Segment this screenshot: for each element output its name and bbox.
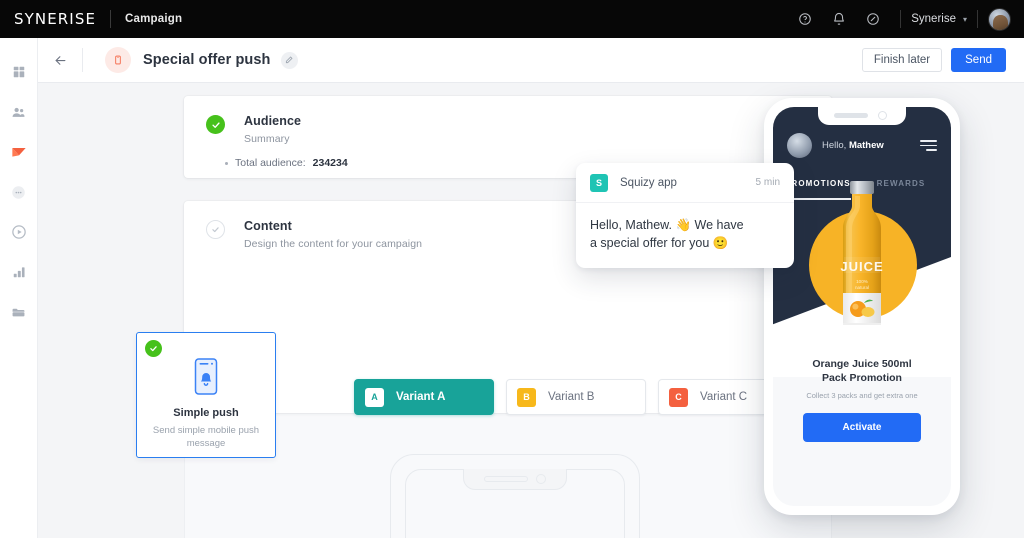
audience-title: Audience — [244, 114, 302, 128]
subheader-actions: Finish later Send — [861, 48, 1024, 72]
product-title: Orange Juice 500ml Pack Promotion — [773, 357, 951, 385]
top-bar-actions: Synerise ▾ — [788, 6, 1024, 32]
sidebar-item-dashboard[interactable] — [0, 52, 38, 92]
phone-notch — [818, 107, 906, 125]
phone-screen: Hello, Mathew PROMOTIONS REWARDS JUICE 1… — [773, 107, 951, 506]
pencil-icon[interactable] — [280, 51, 298, 69]
audience-subtitle: Summary — [244, 133, 290, 145]
phone-preview-mockup: Hello, Mathew PROMOTIONS REWARDS JUICE 1… — [764, 98, 960, 515]
check-circle-outline-icon — [206, 220, 225, 239]
phone-camera — [878, 111, 887, 120]
tab-variant-b[interactable]: B Variant B — [506, 379, 646, 415]
subheader-divider — [82, 48, 83, 72]
avatar — [787, 133, 812, 158]
top-navigation-bar: SYNERISE Campaign Synerise ▾ — [0, 0, 1024, 38]
phone-app-header: Hello, Mathew — [773, 133, 951, 158]
bell-icon[interactable] — [826, 6, 852, 32]
sidebar-item-analytics[interactable] — [0, 252, 38, 292]
page-subheader: Special offer push Finish later Send — [38, 38, 1024, 83]
phone-greeting-prefix: Hello, — [822, 140, 847, 151]
svg-text:100%: 100% — [856, 279, 868, 284]
brand-divider — [110, 10, 112, 28]
product-subtitle: Collect 3 packs and get extra one — [806, 391, 918, 400]
content-step-text: Content Design the content for your camp… — [244, 219, 422, 250]
variant-c-badge: C — [669, 387, 688, 407]
simple-push-description: Send simple mobile push message — [152, 425, 260, 449]
activate-button[interactable]: Activate — [803, 413, 921, 442]
sidebar-item-automation[interactable] — [0, 212, 38, 252]
variant-b-badge: B — [517, 387, 536, 407]
notification-message-line1: Hello, Mathew. 👋 We have — [590, 218, 744, 232]
audience-summary-value: 234234 — [312, 157, 348, 169]
svg-text:JUICE: JUICE — [840, 259, 883, 274]
product-title-line1: Orange Juice 500ml — [812, 358, 912, 370]
brand-area: SYNERISE Campaign — [14, 10, 182, 28]
notification-message: Hello, Mathew. 👋 We have a special offer… — [576, 203, 794, 252]
notification-app-name: Squizy app — [620, 176, 677, 189]
phone-placeholder-notch — [463, 468, 567, 490]
page-title: Special offer push — [143, 52, 271, 68]
variant-a-label: Variant A — [396, 391, 446, 403]
notification-header: S Squizy app 5 min — [576, 163, 794, 203]
campaign-canvas: Audience Summary Total audience: 234234 … — [38, 83, 1024, 538]
compass-icon[interactable] — [860, 6, 886, 32]
chevron-down-icon: ▾ — [962, 14, 967, 24]
avatar[interactable] — [988, 7, 1011, 31]
push-notification-preview: S Squizy app 5 min Hello, Mathew. 👋 We h… — [576, 163, 794, 268]
organization-name: Synerise — [911, 13, 956, 25]
phone-speaker — [834, 113, 868, 118]
variant-b-label: Variant B — [548, 391, 595, 403]
audience-step-row: Audience Summary — [184, 96, 832, 145]
phone-placeholder-camera — [536, 473, 546, 484]
variant-a-badge: A — [365, 387, 384, 407]
product-title-line2: Pack Promotion — [822, 372, 902, 384]
tab-variant-a[interactable]: A Variant A — [354, 379, 494, 415]
notification-message-line2: a special offer for you 🙂 — [590, 236, 729, 250]
phone-tabs: PROMOTIONS REWARDS — [773, 179, 951, 200]
phone-placeholder-outline — [390, 454, 640, 538]
phone-bell-icon — [189, 357, 223, 402]
finish-later-button[interactable]: Finish later — [861, 48, 943, 72]
help-icon[interactable] — [792, 6, 818, 32]
phone-greeting: Hello, Mathew — [822, 140, 884, 151]
phone-placeholder-speaker — [484, 475, 528, 482]
sidebar-item-communication[interactable] — [0, 172, 38, 212]
tab-rewards[interactable]: REWARDS — [877, 179, 926, 200]
tab-promotions[interactable]: PROMOTIONS — [785, 179, 851, 200]
variant-c-label: Variant C — [700, 391, 748, 403]
app-badge-icon: S — [590, 173, 608, 192]
send-button[interactable]: Send — [951, 48, 1006, 72]
hamburger-icon[interactable] — [920, 140, 937, 151]
check-circle-icon — [145, 340, 162, 357]
sidebar-item-campaigns[interactable] — [0, 132, 38, 172]
back-button[interactable] — [38, 38, 82, 83]
sidebar-item-assets[interactable] — [0, 292, 38, 332]
phone-greeting-name: Mathew — [848, 140, 884, 151]
audience-summary-label: Total audience: — [235, 157, 306, 169]
orange-juice-bottle-image: JUICE 100% natural — [831, 179, 893, 344]
content-subtitle: Design the content for your campaign — [244, 238, 423, 250]
top-bar-divider — [900, 10, 902, 28]
svg-text:natural: natural — [855, 285, 869, 290]
simple-push-title: Simple push — [173, 407, 239, 419]
synerise-logo[interactable]: SYNERISE — [14, 10, 96, 28]
left-sidebar — [0, 38, 38, 538]
sidebar-item-customers[interactable] — [0, 92, 38, 132]
app-name-label: Campaign — [125, 13, 183, 25]
notification-timestamp: 5 min — [755, 177, 780, 188]
mobile-push-icon — [105, 47, 131, 73]
audience-step-text: Audience Summary — [244, 114, 301, 145]
bullet-icon — [225, 161, 228, 165]
simple-push-type-card[interactable]: Simple push Send simple mobile push mess… — [136, 332, 276, 458]
top-bar-divider-2 — [977, 10, 978, 28]
campaign-editor-page: SYNERISE Campaign Synerise ▾ Special off… — [0, 0, 1024, 538]
organization-selector[interactable]: Synerise ▾ — [911, 13, 967, 25]
content-title: Content — [244, 219, 292, 233]
check-circle-icon — [206, 115, 225, 134]
